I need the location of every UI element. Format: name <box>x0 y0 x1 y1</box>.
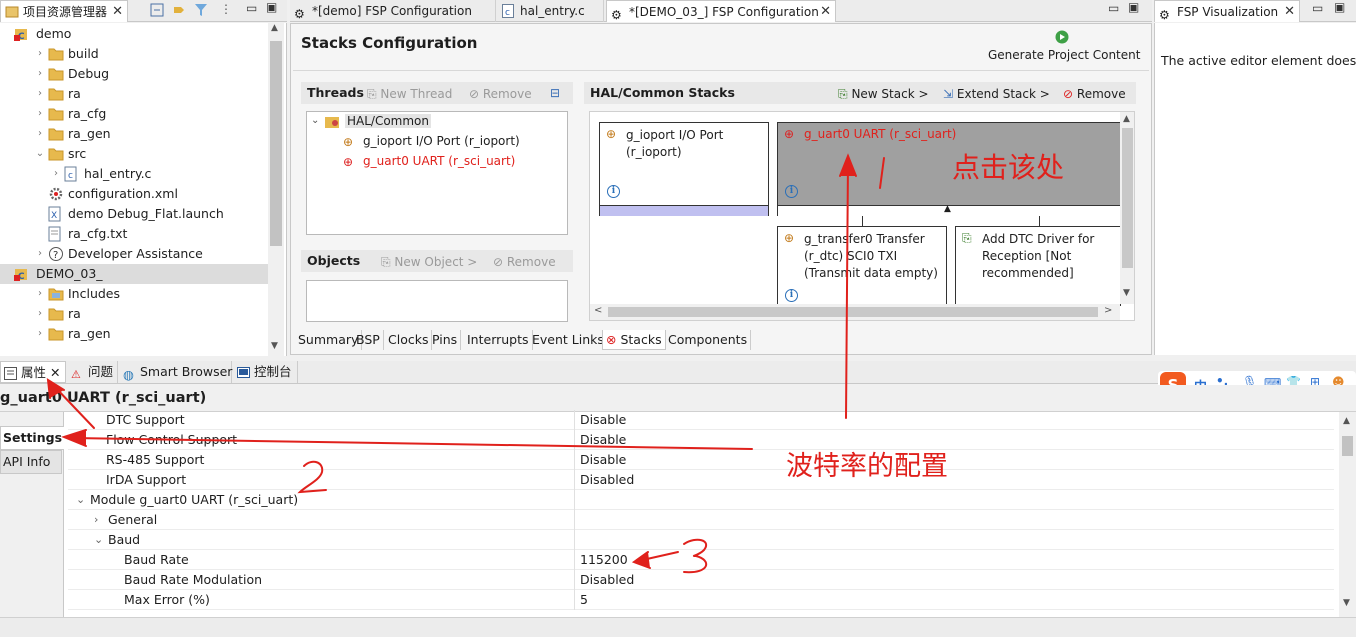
annotation-baud-config: 波特率的配置 <box>786 451 948 482</box>
annotation-click-here: 点击该处 <box>952 151 1065 184</box>
annotation-3-stroke <box>683 538 708 574</box>
annotation-arrow-props-tab <box>53 385 95 429</box>
annotation-arrow-vertical <box>845 159 849 419</box>
annotation-overlay <box>46 153 885 574</box>
annotation-2-stroke <box>297 460 327 494</box>
annotation-arrow-settings <box>71 437 753 450</box>
annotation-1-stroke <box>879 157 885 189</box>
